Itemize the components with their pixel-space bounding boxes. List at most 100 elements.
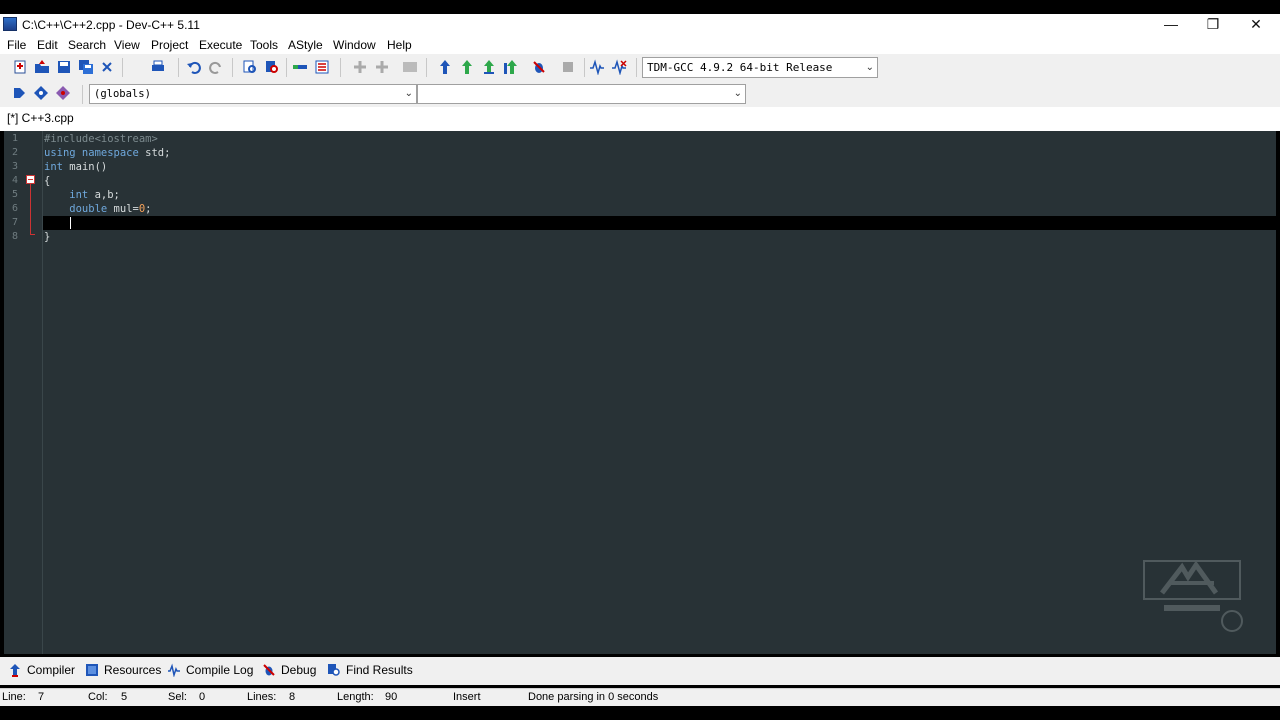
close-file-icon[interactable] xyxy=(99,59,115,75)
scope-select-value: (globals) xyxy=(94,88,151,100)
compiler-select-value: TDM-GCC 4.9.2 64-bit Release xyxy=(647,61,833,74)
stop-execution-icon[interactable] xyxy=(560,59,576,75)
new-file-icon[interactable] xyxy=(12,59,28,75)
compile-run-icon[interactable] xyxy=(481,59,497,75)
tab-cpp3[interactable]: [*] C++3.cpp xyxy=(3,109,78,131)
debug-icon[interactable] xyxy=(531,59,547,75)
screen-bottom-border xyxy=(0,706,1280,720)
compiler-icon xyxy=(10,664,20,677)
menu-astyle[interactable]: AStyle xyxy=(288,38,323,52)
tab-compiler-label: Compiler xyxy=(27,663,76,677)
menu-search[interactable]: Search xyxy=(68,38,106,52)
code-line[interactable]: int main() xyxy=(44,161,107,173)
fold-guide xyxy=(30,184,31,234)
minimize-button[interactable]: — xyxy=(1148,14,1194,36)
code-token: mul= xyxy=(113,203,139,215)
replace-icon[interactable] xyxy=(264,59,280,75)
line-number-gutter: 1 2 3 4 5 6 7 8 xyxy=(4,131,43,654)
save-icon[interactable] xyxy=(56,59,72,75)
editor-tab-strip: [*] C++3.cpp xyxy=(0,107,1280,131)
code-line[interactable]: using namespace std; xyxy=(44,147,170,159)
menu-file[interactable]: File xyxy=(7,38,26,52)
menu-window[interactable]: Window xyxy=(333,38,376,52)
code-token: a,b; xyxy=(94,189,120,201)
code-line[interactable]: int a,b; xyxy=(44,189,120,201)
remove-from-project-icon[interactable] xyxy=(374,59,390,75)
menu-view[interactable]: View xyxy=(114,38,140,52)
status-col-label: Col: xyxy=(88,691,108,703)
save-all-icon[interactable] xyxy=(78,59,94,75)
status-col-value: 5 xyxy=(121,691,128,703)
status-length-label: Length: xyxy=(337,691,374,703)
code-line[interactable]: double mul=0; xyxy=(44,203,151,215)
tab-compile-log-label: Compile Log xyxy=(186,663,254,677)
status-bar: Line: 7 Col: 5 Sel: 0 Lines: 8 Length: 9… xyxy=(0,688,1280,707)
line-number: 4 xyxy=(12,175,19,186)
menu-edit[interactable]: Edit xyxy=(37,38,58,52)
toolbar-separator xyxy=(178,58,179,77)
restore-button[interactable]: ❐ xyxy=(1190,14,1236,36)
chevron-down-icon: ⌄ xyxy=(404,88,413,99)
title-bar[interactable]: C:\C++\C++2.cpp - Dev-C++ 5.11 — ❐ ✕ xyxy=(0,14,1280,36)
code-line[interactable]: } xyxy=(44,231,50,243)
tab-compile-log[interactable]: Compile Log xyxy=(167,663,253,677)
toolbar-separator xyxy=(636,58,637,77)
tab-debug[interactable]: Debug xyxy=(262,663,316,677)
compile-log-icon xyxy=(168,663,180,677)
status-sel-label: Sel: xyxy=(168,691,187,703)
tab-compiler[interactable]: Compiler xyxy=(8,663,75,677)
insert-code-icon[interactable] xyxy=(55,85,71,101)
unindent-icon[interactable] xyxy=(314,59,330,75)
find-icon[interactable] xyxy=(242,59,258,75)
goto-declaration-icon[interactable] xyxy=(11,85,27,101)
add-to-project-icon[interactable] xyxy=(352,59,368,75)
scope-select[interactable]: (globals) ⌄ xyxy=(89,84,417,104)
menu-bar: File Edit Search View Project Execute To… xyxy=(0,36,1280,54)
tab-find-results[interactable]: Find Results xyxy=(327,663,413,677)
rebuild-all-icon[interactable] xyxy=(503,59,519,75)
code-line[interactable]: { xyxy=(44,175,50,187)
menu-help[interactable]: Help xyxy=(387,38,412,52)
fold-guide-end xyxy=(30,234,35,235)
code-line[interactable]: #include<iostream> xyxy=(44,133,158,145)
fold-collapse-icon[interactable] xyxy=(26,175,35,184)
code-token: int xyxy=(44,161,70,173)
profile-icon[interactable] xyxy=(589,59,605,75)
text-caret xyxy=(70,217,71,229)
line-number: 1 xyxy=(12,133,19,144)
class-browser-toolbar: (globals) ⌄ ⌄ xyxy=(0,81,1280,107)
goto-definition-icon[interactable] xyxy=(33,85,49,101)
print-icon[interactable] xyxy=(150,59,166,75)
menu-project[interactable]: Project xyxy=(151,38,188,52)
window-title: C:\C++\C++2.cpp - Dev-C++ 5.11 xyxy=(22,18,200,32)
current-line-highlight xyxy=(43,216,1276,230)
undo-icon[interactable] xyxy=(186,59,202,75)
main-toolbar: TDM-GCC 4.9.2 64-bit Release ⌄ xyxy=(0,54,1280,81)
toolbar-separator xyxy=(426,58,427,77)
member-select[interactable]: ⌄ xyxy=(417,84,746,104)
delete-profile-icon[interactable] xyxy=(611,59,627,75)
code-editor[interactable]: 1 2 3 4 5 6 7 8 #include<iostream> using … xyxy=(4,131,1276,654)
redo-icon[interactable] xyxy=(208,59,224,75)
status-message: Done parsing in 0 seconds xyxy=(528,691,659,703)
compile-icon[interactable] xyxy=(437,59,453,75)
code-token: int xyxy=(44,189,95,201)
close-button[interactable]: ✕ xyxy=(1233,14,1279,36)
open-file-icon[interactable] xyxy=(34,59,50,75)
code-line[interactable] xyxy=(44,217,69,229)
menu-tools[interactable]: Tools xyxy=(250,38,278,52)
indent-icon[interactable] xyxy=(292,59,308,75)
toolbar-separator xyxy=(286,58,287,77)
tab-debug-label: Debug xyxy=(281,663,317,677)
project-options-icon[interactable] xyxy=(402,59,418,75)
code-token: using namespace xyxy=(44,147,146,159)
line-number: 5 xyxy=(12,189,19,200)
tab-find-results-label: Find Results xyxy=(346,663,413,677)
screen-top-border xyxy=(0,0,1280,14)
tab-resources[interactable]: Resources xyxy=(85,663,161,677)
line-number: 2 xyxy=(12,147,19,158)
compiler-select[interactable]: TDM-GCC 4.9.2 64-bit Release ⌄ xyxy=(642,57,878,78)
run-icon[interactable] xyxy=(459,59,475,75)
menu-execute[interactable]: Execute xyxy=(199,38,242,52)
